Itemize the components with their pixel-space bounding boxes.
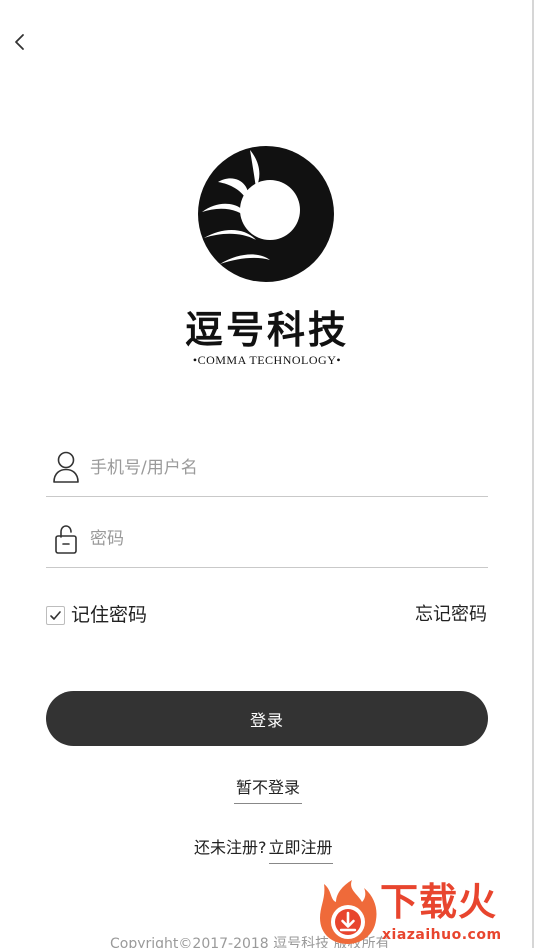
lock-icon: [55, 525, 77, 554]
login-button[interactable]: 登录: [46, 691, 488, 746]
password-field: [46, 517, 488, 568]
username-field: [46, 446, 488, 497]
comma-swirl-logo: [198, 146, 334, 282]
back-button[interactable]: [6, 28, 34, 56]
remember-checkbox[interactable]: [46, 605, 65, 625]
register-prompt: 还未注册?: [194, 838, 267, 857]
brand-name-chinese: 逗号科技: [184, 308, 349, 352]
watermark: 下载火 xiazaihuo.com: [314, 876, 530, 946]
forgot-password-link[interactable]: 忘记密码: [415, 600, 487, 630]
remember-password-toggle[interactable]: 记住密码: [46, 600, 147, 630]
remember-password-label: 记住密码: [71, 604, 148, 626]
flame-download-icon: [320, 880, 377, 944]
register-row: 还未注册? 立即注册: [194, 836, 333, 864]
login-screen: 逗号科技 •COMMA TECHNOLOGY• 记住密码 忘记密码 登录 暂不登…: [0, 0, 534, 948]
checkmark-icon: [50, 610, 61, 620]
password-input[interactable]: [90, 523, 480, 555]
register-now-link[interactable]: 立即注册: [268, 836, 333, 864]
brand-name-english: •COMMA TECHNOLOGY•: [192, 353, 342, 367]
watermark-text: 下载火: [380, 880, 498, 924]
watermark-url: xiazaihuo.com: [382, 927, 502, 943]
username-input[interactable]: [90, 452, 480, 484]
user-icon: [53, 451, 79, 483]
chevron-left-icon: [15, 34, 24, 50]
skip-login-link[interactable]: 暂不登录: [234, 776, 302, 804]
